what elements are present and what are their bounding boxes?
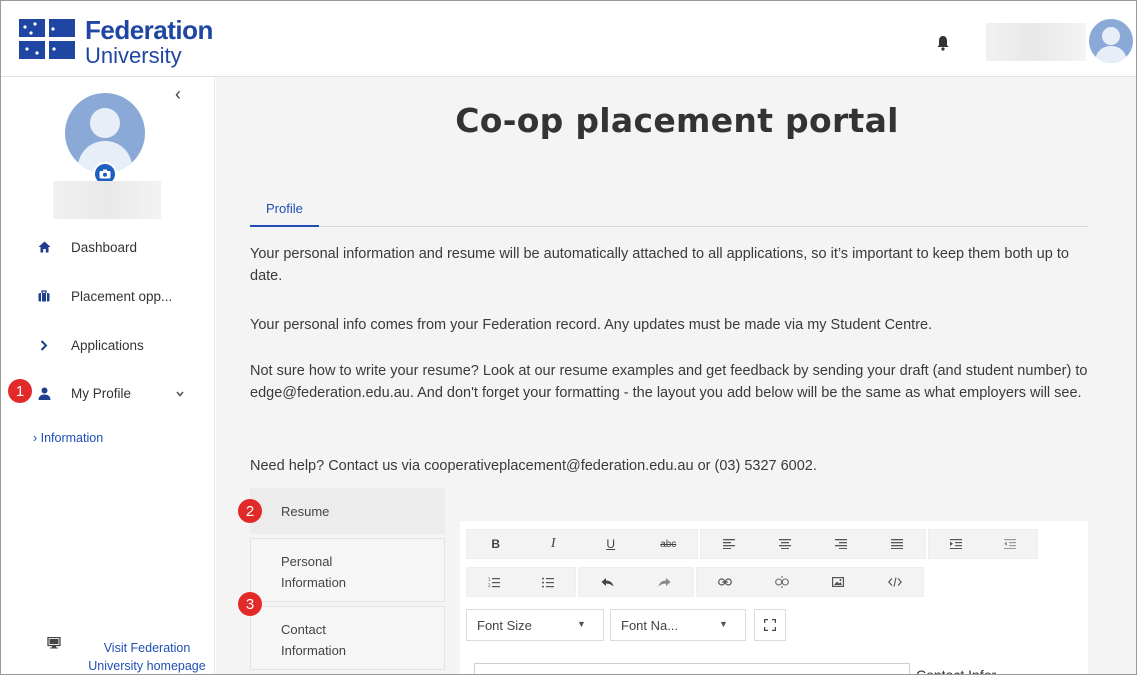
step-badge-1: 1 <box>8 379 32 403</box>
chevron-down-icon[interactable] <box>176 388 184 400</box>
sidebar-item-my-profile[interactable]: My Profile <box>1 380 215 406</box>
visit-homepage-text[interactable]: Visit Federation University homepage <box>87 639 207 674</box>
link-icon[interactable] <box>697 568 754 596</box>
underline-button[interactable]: U <box>582 530 640 558</box>
vtab-label-line1: Personal <box>281 554 333 569</box>
toolbar-group-insert <box>696 567 924 597</box>
step-badge-2: 2 <box>238 499 262 523</box>
user-name-placeholder[interactable] <box>986 23 1086 61</box>
personal-info-paragraph: Your personal info comes from your Feder… <box>250 317 933 333</box>
notification-bell-icon[interactable] <box>936 35 950 51</box>
profile-name-placeholder <box>53 181 161 219</box>
toolbar-group-indent <box>928 529 1038 559</box>
tab-bar: Profile <box>250 195 1088 227</box>
logo-text-university: University <box>85 43 182 68</box>
toolbar-group-lists: 12 <box>466 567 576 597</box>
home-icon <box>37 240 51 254</box>
tab-profile[interactable]: Profile <box>250 195 319 227</box>
code-view-icon[interactable] <box>867 568 924 596</box>
align-center-icon[interactable] <box>757 530 813 558</box>
indent-icon[interactable] <box>929 530 983 558</box>
sidebar-item-label: My Profile <box>71 385 132 401</box>
avatar-person-icon <box>1095 27 1127 63</box>
editor-side-text: Contact Infor <box>916 667 997 675</box>
fullscreen-button[interactable] <box>754 609 786 641</box>
sidebar-subitem-information[interactable]: › Information <box>33 431 103 445</box>
unlink-icon[interactable] <box>754 568 811 596</box>
fullscreen-icon <box>764 619 776 631</box>
bold-button[interactable]: B <box>467 530 525 558</box>
sidebar-item-placement-opportunities[interactable]: Placement opp... <box>1 283 215 309</box>
ordered-list-icon[interactable]: 12 <box>467 568 521 596</box>
redo-icon[interactable] <box>636 568 693 596</box>
sidebar-item-label: Dashboard <box>71 239 138 255</box>
briefcase-icon <box>37 289 51 303</box>
toolbar-group-alignment <box>700 529 926 559</box>
step-badge-3: 3 <box>238 592 262 616</box>
font-name-select[interactable]: Font Na... ▼ <box>610 609 746 641</box>
sidebar-item-dashboard[interactable]: Dashboard <box>1 234 215 260</box>
collapse-sidebar-button[interactable]: ‹ <box>175 85 189 103</box>
vtab-label-line1: Contact <box>281 622 326 637</box>
logo-text-federation: Federation <box>85 15 213 45</box>
font-name-label: Font Na... <box>621 618 679 633</box>
person-icon <box>37 386 51 400</box>
federation-university-logo[interactable]: Federation University <box>19 15 239 68</box>
vtab-contact-information[interactable]: Contact Information <box>250 606 445 670</box>
toolbar-group-history <box>578 567 694 597</box>
align-left-icon[interactable] <box>701 530 757 558</box>
font-size-select[interactable]: Font Size ▼ <box>466 609 604 641</box>
strikethrough-button[interactable]: abc <box>640 530 698 558</box>
profile-person-icon <box>77 108 133 173</box>
rich-text-editor: B I U abc 1 2 Font Size ▼ Font Na... ▼ C… <box>460 521 1088 675</box>
align-right-icon[interactable] <box>813 530 869 558</box>
contact-help-paragraph: Need help? Contact us via cooperativepla… <box>250 458 817 474</box>
camera-icon <box>99 169 111 179</box>
editor-content-area[interactable] <box>474 663 910 674</box>
font-name-dropdown-icon: ▼ <box>719 619 728 629</box>
svg-text:2: 2 <box>488 583 491 588</box>
sidebar: ‹ Dashboard Placement opp... Application… <box>1 77 215 674</box>
vtab-personal-information[interactable]: Personal Information <box>250 538 445 602</box>
vtab-label-line2: Information <box>281 575 347 590</box>
sidebar-item-label: Applications <box>71 337 144 353</box>
profile-avatar <box>65 93 145 173</box>
vtab-label-line2: Information <box>281 643 347 658</box>
top-header: Federation University <box>1 1 1136 77</box>
sidebar-item-label: Placement opp... <box>71 288 173 304</box>
intro-paragraph: Your personal information and resume wil… <box>250 246 1069 284</box>
outdent-icon[interactable] <box>983 530 1037 558</box>
resume-help-paragraph: Not sure how to write your resume? Look … <box>250 363 1088 401</box>
logo-mark-icon <box>19 19 75 59</box>
main-content: Co-op placement portal Profile Your pers… <box>216 77 1136 675</box>
user-avatar[interactable] <box>1089 19 1133 63</box>
font-size-dropdown-icon: ▼ <box>577 619 586 629</box>
italic-button[interactable]: I <box>525 530 583 558</box>
sidebar-item-applications[interactable]: Applications <box>1 332 215 358</box>
image-icon[interactable] <box>810 568 867 596</box>
svg-text:1: 1 <box>488 577 491 582</box>
vtab-resume[interactable]: Resume <box>250 488 445 534</box>
unordered-list-icon[interactable] <box>521 568 575 596</box>
toolbar-group-text-style: B I U abc <box>466 529 698 559</box>
page-title: Co-op placement portal <box>455 101 899 140</box>
chevron-right-icon <box>37 338 51 352</box>
align-justify-icon[interactable] <box>869 530 925 558</box>
undo-icon[interactable] <box>579 568 636 596</box>
app-window: Federation University ‹ Dashboard Placem… <box>0 0 1137 675</box>
font-size-label: Font Size <box>477 618 532 633</box>
monitor-icon <box>47 637 61 649</box>
vtab-resume-label: Resume <box>281 504 330 519</box>
